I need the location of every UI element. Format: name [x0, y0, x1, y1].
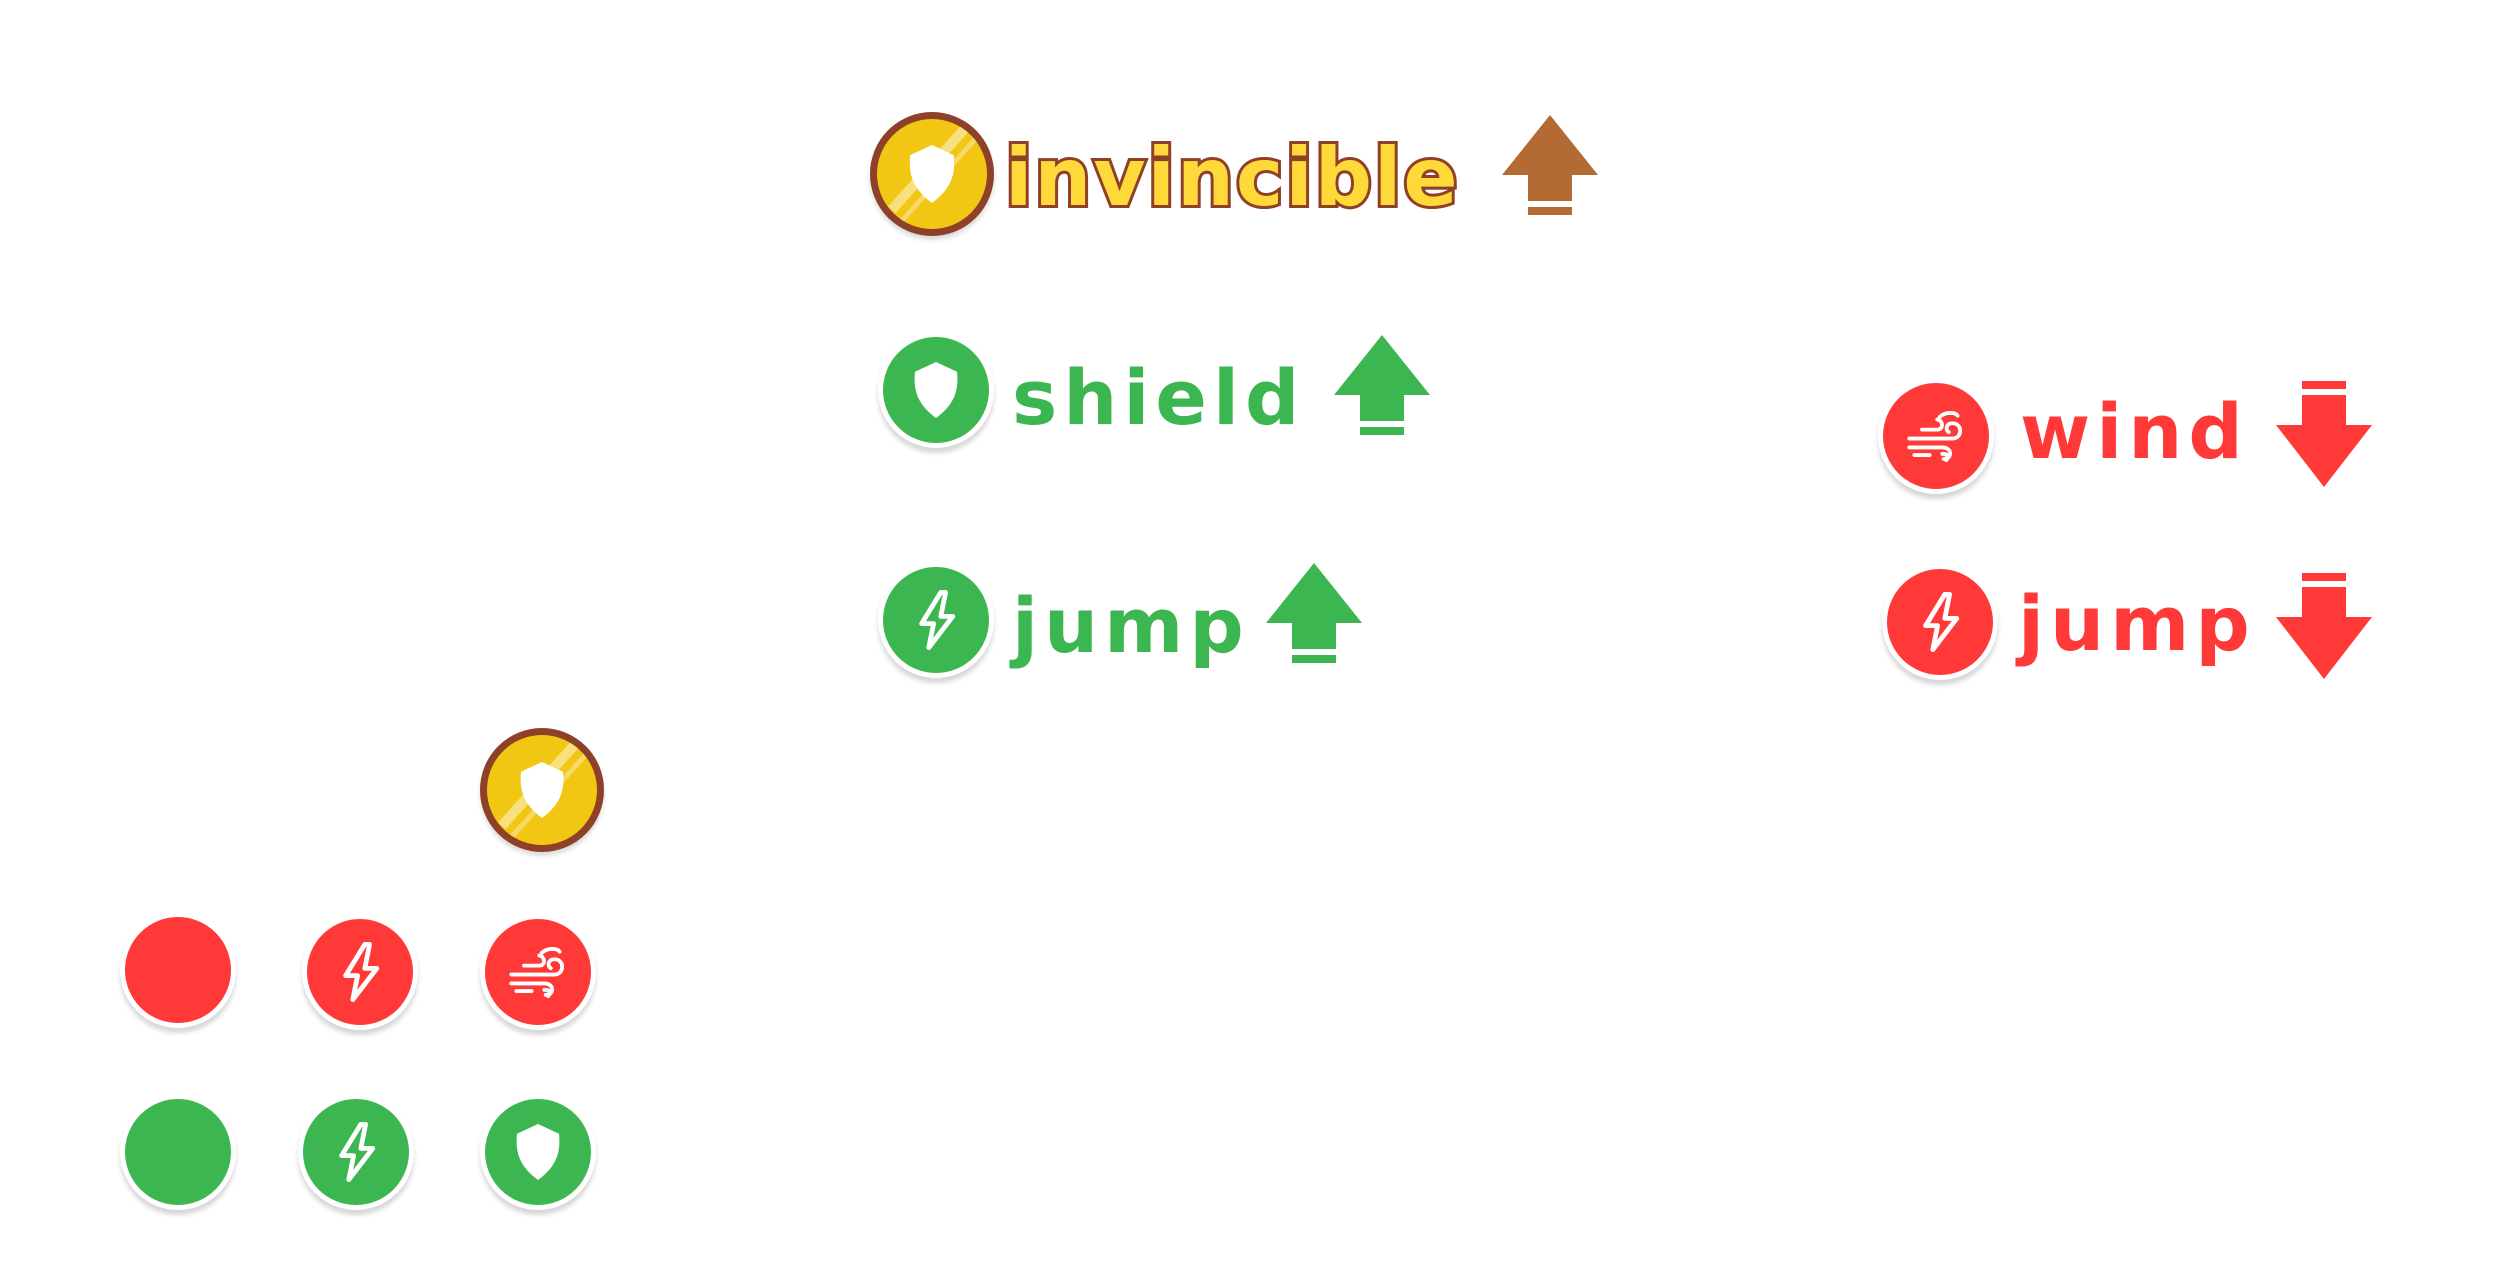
shield-icon — [903, 142, 961, 206]
arrow-down-icon — [2274, 378, 2374, 490]
jump-up-label: jump — [1012, 581, 1250, 670]
sprite-red-blank-badge — [120, 912, 236, 1028]
wind-icon — [1904, 408, 1968, 464]
lightning-icon — [912, 590, 960, 650]
jump-up-badge — [878, 562, 994, 678]
arrow-up-icon — [1500, 112, 1600, 224]
shield-badge — [878, 332, 994, 448]
invincible-badge — [870, 112, 994, 236]
shield-icon — [514, 759, 570, 821]
sprite-red-wind-badge — [480, 914, 596, 1030]
lightning-icon — [332, 1122, 380, 1182]
arrow-down-icon — [2274, 570, 2374, 682]
shield-icon — [510, 1121, 566, 1183]
jump-down-badge — [1882, 564, 1998, 680]
wind-label: wind — [2020, 387, 2249, 476]
lightning-icon — [336, 942, 384, 1002]
arrow-up-icon — [1264, 560, 1364, 672]
sprite-green-lightning-badge — [298, 1094, 414, 1210]
sprite-green-blank-badge — [120, 1094, 236, 1210]
sprite-green-shield-badge — [480, 1094, 596, 1210]
shield-label: shield — [1012, 353, 1306, 442]
jump-down-label: jump — [2018, 579, 2256, 668]
lightning-icon — [1916, 592, 1964, 652]
shield-icon — [908, 359, 964, 421]
invincible-label: invincible — [1002, 131, 1461, 224]
sprite-gold-shield-badge — [480, 728, 604, 852]
sprite-red-lightning-badge — [302, 914, 418, 1030]
arrow-up-icon — [1332, 332, 1432, 444]
wind-icon — [506, 944, 570, 1000]
wind-badge — [1878, 378, 1994, 494]
